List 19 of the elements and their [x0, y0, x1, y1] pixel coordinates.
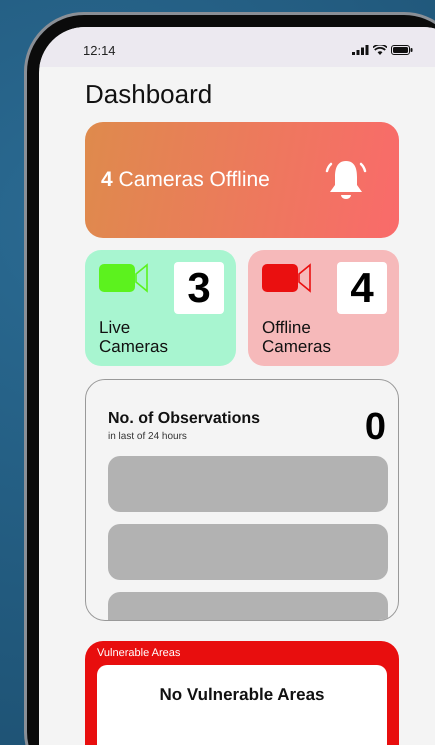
observations-title: No. of Observations	[108, 410, 260, 428]
vulnerable-areas-message: No Vulnerable Areas	[159, 685, 325, 706]
vulnerable-areas-heading: Vulnerable Areas	[97, 647, 182, 659]
camera-status-label: Live Cameras	[99, 318, 169, 356]
video-camera-icon	[262, 262, 312, 294]
signal-icon	[352, 45, 369, 55]
observations-count: 0	[364, 410, 386, 444]
alert-text: 4 Cameras Offline	[101, 168, 270, 192]
battery-icon	[391, 45, 413, 55]
camera-count: 3	[174, 262, 224, 314]
status-time: 12:14	[83, 42, 116, 58]
observations-subtitle: in last of 24 hours	[108, 431, 188, 442]
camera-stat-card[interactable]: 4 Offline Cameras	[248, 250, 399, 366]
wifi-icon	[373, 45, 387, 55]
camera-count: 4	[337, 262, 387, 314]
page-title: Dashboard	[85, 79, 214, 110]
video-camera-icon	[99, 262, 149, 294]
camera-stat-card[interactable]: 3 Live Cameras	[85, 250, 236, 366]
camera-status-label: Offline Cameras	[262, 318, 332, 356]
